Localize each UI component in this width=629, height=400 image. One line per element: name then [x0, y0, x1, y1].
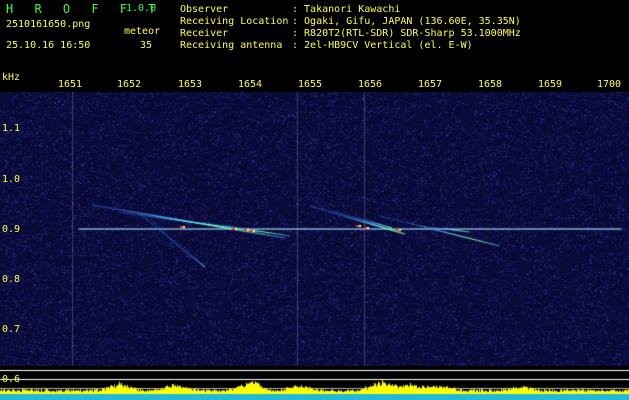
antenna-value: : 2el-HB9CV Vertical (el. E-W) [292, 40, 473, 51]
time-tick-1651: 1651 [58, 79, 83, 90]
time-tick-1653: 1653 [178, 79, 203, 90]
freq-tick-1-0: 1.0 [2, 174, 21, 185]
freq-tick-1-1: 1.1 [2, 123, 21, 134]
spectrogram-plot [0, 92, 629, 400]
time-tick-1652: 1652 [117, 79, 142, 90]
detection-type-label: meteor [124, 26, 161, 37]
spectrogram-window: H R O F F T 1.0.0 2510161650.png 25.10.1… [0, 0, 629, 400]
time-tick-1656: 1656 [358, 79, 383, 90]
antenna-label: Receiving antenna [180, 40, 283, 51]
frequency-unit-label: kHz [2, 72, 21, 83]
capture-timestamp: 25.10.16 16:50 [6, 40, 91, 51]
freq-tick-0-7: 0.7 [2, 324, 21, 335]
receiver-value: : R820T2(RTL-SDR) SDR-Sharp 53.1000MHz [292, 28, 521, 39]
time-tick-1700: 1700 [597, 79, 622, 90]
time-tick-1655: 1655 [298, 79, 323, 90]
freq-tick-0-8: 0.8 [2, 274, 21, 285]
app-version: 1.0.0 [126, 3, 157, 14]
detection-count: 35 [140, 40, 153, 51]
location-value: : Ogaki, Gifu, JAPAN (136.60E, 35.35N) [292, 16, 521, 27]
freq-tick-0-6: 0.6 [2, 374, 21, 385]
time-tick-1657: 1657 [418, 79, 443, 90]
freq-tick-0-9: 0.9 [2, 224, 21, 235]
time-tick-1654: 1654 [238, 79, 263, 90]
time-tick-1658: 1658 [478, 79, 503, 90]
time-tick-1659: 1659 [538, 79, 563, 90]
header-panel: H R O F F T 1.0.0 2510161650.png 25.10.1… [0, 0, 629, 74]
observer-value: : Takanori Kawachi [292, 4, 401, 15]
location-label: Receiving Location [180, 16, 289, 27]
image-filename: 2510161650.png [6, 19, 91, 30]
observer-label: Observer [180, 4, 229, 15]
receiver-label: Receiver [180, 28, 229, 39]
